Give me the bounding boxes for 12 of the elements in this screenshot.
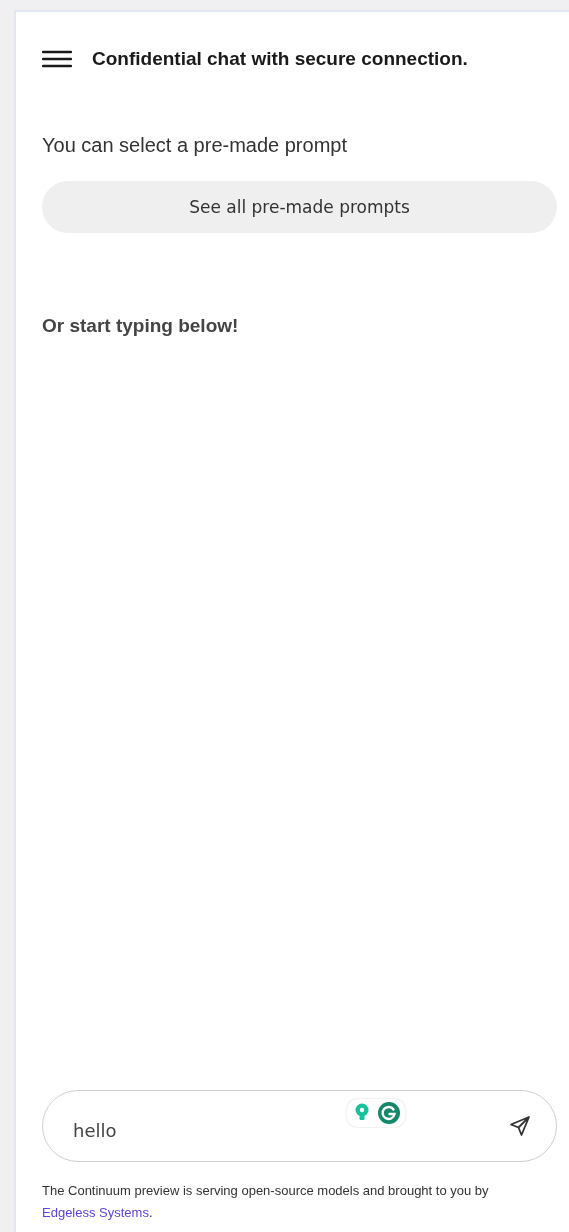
footer-note: The Continuum preview is serving open-source models and brought to you by Edgeless Systems. bbox=[42, 1182, 490, 1222]
menu-icon bbox=[42, 50, 72, 68]
chat-title: Confidential chat with secure connection. bbox=[92, 48, 468, 70]
send-button[interactable] bbox=[508, 1114, 532, 1138]
company-link[interactable]: Edgeless Systems bbox=[42, 1205, 149, 1220]
grammar-assistant-icon[interactable] bbox=[377, 1101, 401, 1125]
message-input[interactable]: hello bbox=[71, 1118, 508, 1142]
menu-button[interactable] bbox=[42, 50, 72, 68]
prompts-button[interactable]: See all pre-made prompts bbox=[42, 181, 557, 233]
prompt-intro: You can select a pre-made prompt bbox=[42, 134, 348, 157]
send-icon bbox=[508, 1114, 532, 1138]
typing-hint: Or start typing below! bbox=[42, 315, 240, 337]
